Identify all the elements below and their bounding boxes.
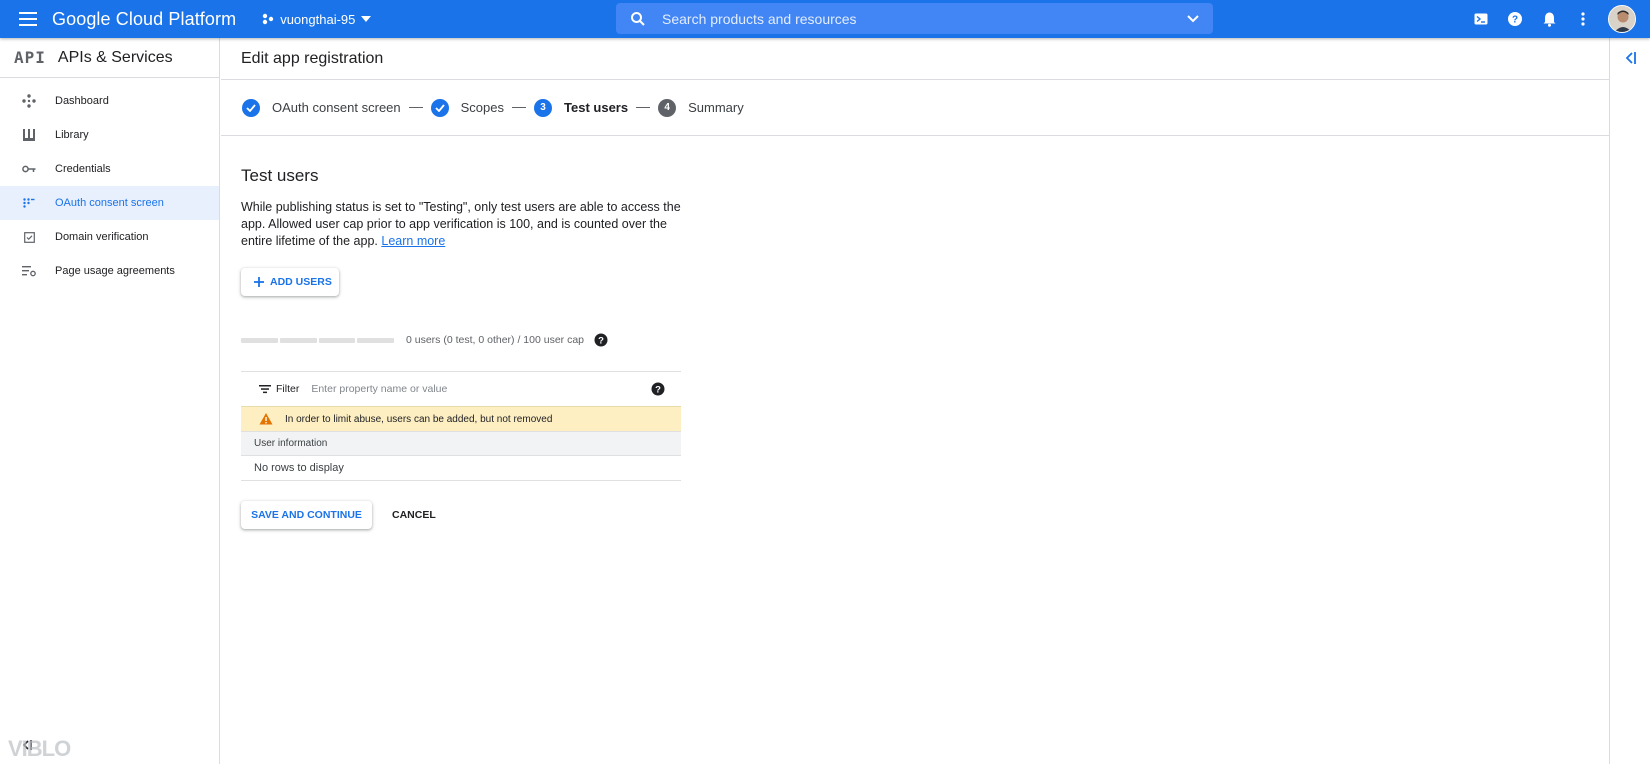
stepper: OAuth consent screen Scopes 3 Test users… [221, 80, 1609, 136]
key-icon [20, 160, 38, 178]
warning-icon [259, 413, 273, 425]
user-cap-text: 0 users (0 test, 0 other) / 100 user cap [406, 334, 585, 346]
library-icon [20, 126, 38, 144]
search-bar[interactable] [616, 3, 1213, 34]
hamburger-menu-icon[interactable] [14, 5, 42, 33]
chevron-down-icon[interactable] [1185, 11, 1201, 27]
topbar-actions: ? [1464, 0, 1636, 38]
help-icon[interactable]: ? [651, 382, 665, 396]
plus-icon [254, 277, 264, 287]
more-vert-icon[interactable] [1566, 2, 1600, 36]
project-icon [263, 13, 274, 25]
sidebar-nav: Dashboard Library Credentials OAuth cons… [0, 84, 219, 288]
step-label: OAuth consent screen [272, 100, 401, 115]
empty-text: No rows to display [254, 462, 344, 474]
api-logo: API [14, 48, 46, 67]
test-users-section: Test users While publishing status is se… [221, 166, 1609, 529]
sidebar-item-label: Dashboard [55, 95, 109, 107]
sidebar-item-credentials[interactable]: Credentials [0, 152, 219, 186]
filter-label: Filter [276, 383, 300, 395]
filter-icon [259, 385, 271, 394]
sidebar-item-page-usage-agreements[interactable]: Page usage agreements [0, 254, 219, 288]
checkbox-icon [20, 228, 38, 246]
check-circle-icon [430, 98, 449, 117]
form-actions: SAVE AND CONTINUE CANCEL [241, 501, 1609, 529]
watermark-logo: VIBLO [8, 736, 71, 761]
warning-text: In order to limit abuse, users can be ad… [285, 413, 553, 425]
step-separator [408, 107, 423, 108]
cancel-button[interactable]: CANCEL [392, 509, 436, 521]
sidebar-item-label: Domain verification [55, 231, 149, 243]
step-label: Summary [688, 100, 744, 115]
sidebar-item-library[interactable]: Library [0, 118, 219, 152]
page-title: Edit app registration [241, 49, 384, 67]
sidebar-header: API APIs & Services [0, 38, 219, 78]
user-cap-meter [241, 337, 396, 343]
add-users-label: ADD USERS [270, 276, 332, 288]
step-summary[interactable]: 4 Summary [658, 98, 744, 117]
search-icon [631, 11, 645, 26]
filter-row: Filter ? [241, 372, 681, 406]
step-separator [512, 107, 527, 108]
account-avatar[interactable] [1608, 5, 1636, 33]
sidebar-item-label: OAuth consent screen [55, 197, 164, 209]
users-table: Filter ? In order to limit abuse, users … [241, 371, 681, 481]
check-circle-icon [242, 98, 260, 117]
project-selector[interactable]: vuongthai-95 [258, 5, 375, 33]
user-cap-row: 0 users (0 test, 0 other) / 100 user cap… [241, 333, 1609, 347]
cap-meter-segment [279, 337, 317, 343]
expand-panel-icon[interactable] [1623, 50, 1639, 66]
sidebar-item-label: Credentials [55, 163, 111, 175]
brand-title[interactable]: Google Cloud Platform [52, 9, 236, 30]
cap-meter-segment [241, 337, 278, 343]
step-label: Test users [564, 100, 629, 115]
caret-down-icon [361, 16, 372, 22]
top-bar: Google Cloud Platform vuongthai-95 ? [0, 0, 1650, 38]
step-test-users[interactable]: 3 Test users [534, 98, 629, 117]
sidebar-item-label: Page usage agreements [55, 265, 175, 277]
section-title: Test users [241, 166, 319, 185]
svg-text:?: ? [1512, 15, 1518, 26]
filter-input[interactable] [311, 383, 612, 395]
step-label: Scopes [460, 100, 505, 115]
sidebar: API APIs & Services Dashboard Library Cr… [0, 38, 220, 764]
cap-meter-segment [318, 337, 356, 343]
help-icon[interactable]: ? [1498, 2, 1532, 36]
add-users-button[interactable]: ADD USERS [241, 268, 339, 296]
description-text: While publishing status is set to "Testi… [241, 200, 681, 248]
notifications-bell-icon[interactable] [1532, 2, 1566, 36]
warning-banner: In order to limit abuse, users can be ad… [241, 406, 681, 431]
step-separator [636, 107, 651, 108]
step-oauth-consent-screen[interactable]: OAuth consent screen [242, 98, 401, 117]
project-name: vuongthai-95 [280, 11, 356, 27]
cloud-shell-icon[interactable] [1464, 2, 1498, 36]
settings-list-icon [20, 262, 38, 280]
column-header-user-information[interactable]: User information [254, 438, 327, 449]
svg-text:?: ? [655, 385, 661, 396]
cap-meter-segment [357, 337, 394, 343]
step-number: 4 [658, 98, 677, 117]
svg-text:?: ? [598, 336, 604, 347]
dashboard-icon [20, 92, 38, 110]
consent-icon [20, 194, 38, 212]
right-rail [1609, 38, 1650, 764]
page-header: Edit app registration [221, 38, 1609, 80]
sidebar-item-oauth-consent-screen[interactable]: OAuth consent screen [0, 186, 219, 220]
main-content: Edit app registration OAuth consent scre… [221, 38, 1609, 764]
learn-more-link[interactable]: Learn more [381, 234, 445, 248]
step-scopes[interactable]: Scopes [430, 98, 505, 117]
sidebar-item-dashboard[interactable]: Dashboard [0, 84, 219, 118]
table-empty-row: No rows to display [241, 456, 681, 481]
sidebar-item-label: Library [55, 129, 89, 141]
step-number: 3 [534, 98, 553, 117]
description: While publishing status is set to "Testi… [241, 199, 681, 250]
help-icon[interactable]: ? [594, 333, 608, 347]
sidebar-title: APIs & Services [57, 48, 173, 66]
table-header: User information [241, 431, 681, 456]
search-input[interactable] [662, 10, 1185, 27]
save-and-continue-button[interactable]: SAVE AND CONTINUE [241, 501, 372, 529]
sidebar-item-domain-verification[interactable]: Domain verification [0, 220, 219, 254]
